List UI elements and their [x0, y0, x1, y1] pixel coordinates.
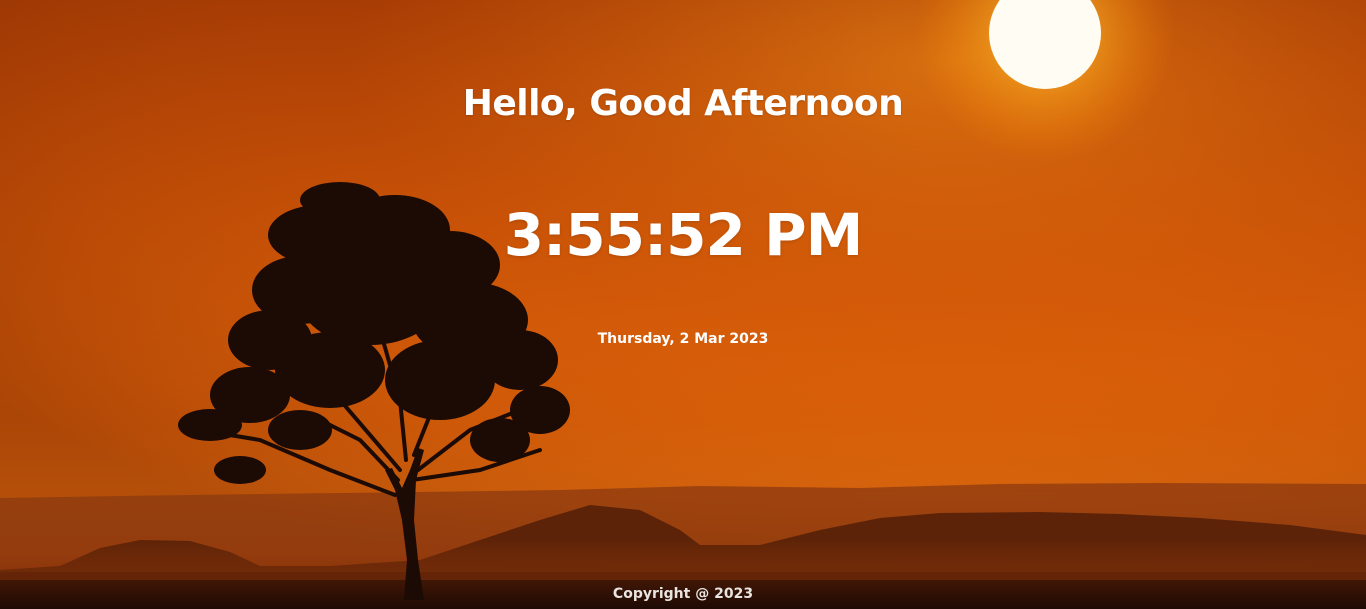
current-date: Thursday, 2 Mar 2023: [597, 331, 769, 347]
copyright-footer: Copyright @ 2023: [612, 586, 754, 602]
greeting-heading: Hello, Good Afternoon: [462, 83, 904, 124]
main-content: Hello, Good Afternoon 3:55:52 PM Thursda…: [0, 0, 1366, 609]
digital-clock: 3:55:52 PM: [503, 201, 864, 269]
